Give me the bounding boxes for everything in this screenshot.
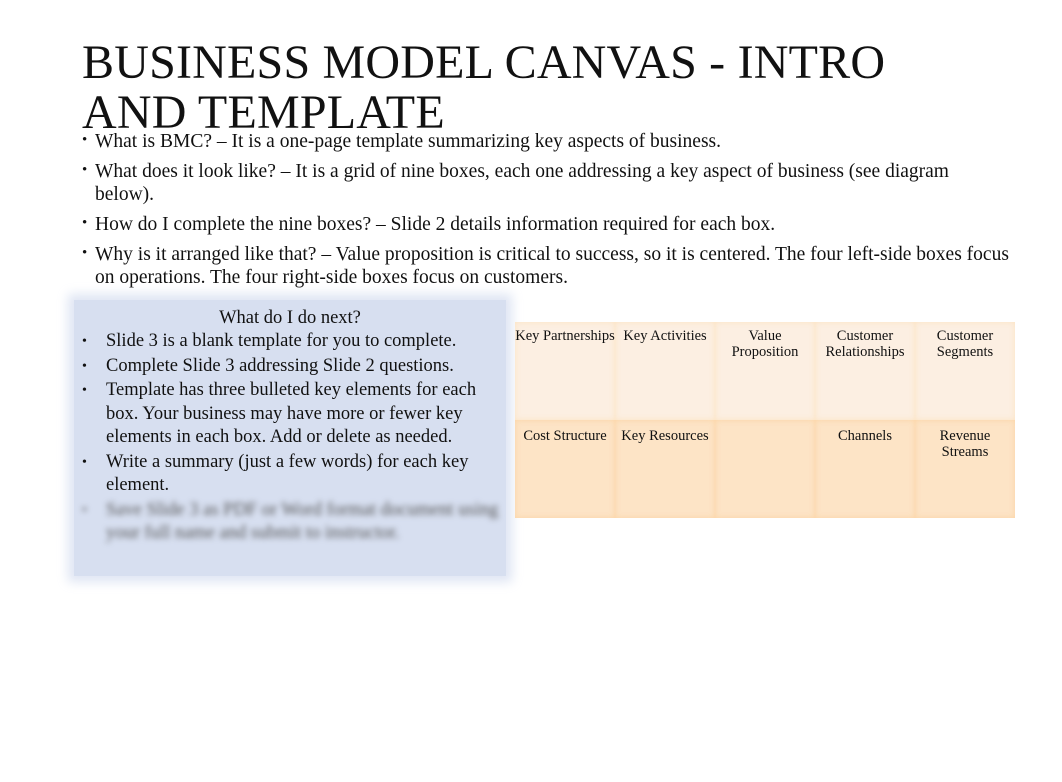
canvas-box-customer-segments: Customer Segments — [915, 322, 1015, 420]
canvas-box-channels: Channels — [815, 420, 915, 518]
next-step-item: • Complete Slide 3 addressing Slide 2 que… — [82, 355, 500, 379]
bullet-item: • How do I complete the nine boxes? – Sli… — [82, 214, 776, 235]
canvas-box-key-partnerships: Key Partnerships — [515, 322, 615, 420]
canvas-box-value-proposition: Value Proposition — [715, 322, 815, 420]
canvas-box-revenue-streams: Revenue Streams — [915, 420, 1015, 518]
bullet-icon: • — [82, 334, 87, 349]
canvas-box-customer-relationships: Customer Relationships — [815, 322, 915, 420]
bullet-icon: • — [82, 383, 87, 398]
bullet-icon: • — [82, 502, 87, 518]
next-steps-list: • Slide 3 is a blank template for you to … — [74, 330, 506, 546]
intro-bullet-list: • What is BMC? – It is a one-page templat… — [82, 130, 1012, 296]
business-model-canvas-grid: Key Partnerships Key Activities Value Pr… — [515, 322, 1015, 518]
next-steps-heading: What do I do next? — [219, 308, 361, 328]
slide-title: BUSINESS MODEL CANVAS - INTRO AND TEMPLA… — [82, 36, 886, 139]
canvas-box-key-activities: Key Activities — [615, 322, 715, 420]
next-step-item-blurred: • Save Slide 3 as PDF or Word format docu… — [82, 499, 499, 544]
bullet-item: • What does it look like? – It is a grid … — [82, 161, 949, 205]
bullet-item: • What is BMC? – It is a one-page templat… — [82, 131, 722, 152]
bullet-icon: • — [82, 132, 88, 148]
canvas-box-empty — [715, 420, 815, 518]
next-steps-box: What do I do next? • Slide 3 is a blank t… — [74, 300, 506, 576]
bullet-icon: • — [82, 162, 88, 178]
canvas-box-key-resources: Key Resources — [615, 420, 715, 518]
next-step-item: • Write a summary (just a few words) for … — [82, 451, 469, 496]
bullet-icon: • — [82, 358, 87, 374]
next-step-item: • Template has three bulleted key element… — [82, 380, 477, 447]
canvas-box-cost-structure: Cost Structure — [515, 420, 615, 518]
next-step-item: • Slide 3 is a blank template for you to … — [82, 330, 500, 354]
bullet-item: • Why is it arranged like that? – Value p… — [82, 244, 1009, 288]
bullet-icon: • — [82, 454, 87, 470]
bullet-icon: • — [82, 245, 88, 261]
bullet-icon: • — [82, 215, 88, 231]
